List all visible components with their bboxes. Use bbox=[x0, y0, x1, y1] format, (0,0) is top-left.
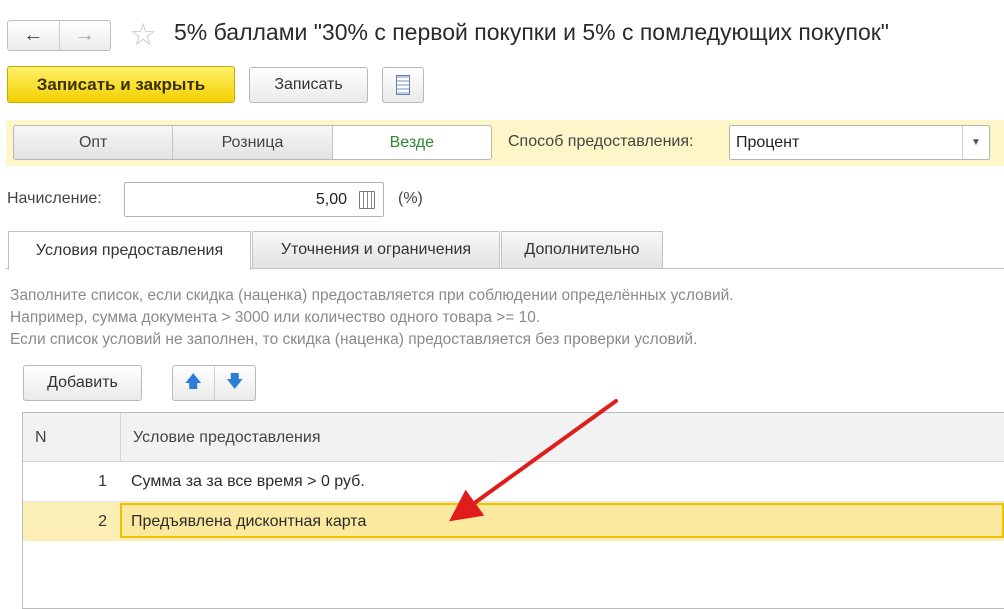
hint-line: Заполните список, если скидка (наценка) … bbox=[10, 287, 734, 304]
table-header: N Условие предоставления bbox=[23, 413, 1004, 462]
tab-additional[interactable]: Дополнительно bbox=[501, 231, 663, 268]
table-row-selected[interactable]: 2 Предъявлена дисконтная карта bbox=[23, 502, 1004, 541]
method-label: Способ предоставления: bbox=[508, 133, 694, 150]
scope-wholesale[interactable]: Опт bbox=[14, 126, 173, 159]
accrual-label: Начисление: bbox=[7, 190, 102, 207]
reorder-buttons: 🡅 🡇 bbox=[172, 365, 256, 401]
arrow-down-icon: 🡇 bbox=[226, 371, 244, 391]
column-header-condition[interactable]: Условие предоставления bbox=[133, 429, 320, 447]
scope-retail[interactable]: Розница bbox=[172, 126, 332, 159]
add-button[interactable]: Добавить bbox=[23, 365, 142, 401]
table-row[interactable]: 1 Сумма за за все время > 0 руб. bbox=[23, 462, 1004, 502]
arrow-right-icon: → bbox=[74, 24, 95, 46]
method-value: Процент bbox=[736, 134, 800, 151]
tab-conditions[interactable]: Условия предоставления bbox=[8, 231, 251, 270]
accrual-value: 5,00 bbox=[315, 191, 347, 208]
page-title: 5% баллами "30% с первой покупки и 5% с … bbox=[174, 19, 889, 45]
scope-switch: Опт Розница Везде bbox=[13, 125, 492, 160]
column-divider bbox=[120, 413, 121, 461]
scope-everywhere[interactable]: Везде bbox=[331, 126, 491, 159]
hint-line: Если список условий не заполнен, то скид… bbox=[10, 331, 698, 348]
forward-button[interactable]: → bbox=[58, 21, 111, 50]
method-select[interactable]: Процент ▼ bbox=[729, 125, 990, 160]
chevron-down-icon[interactable]: ▼ bbox=[962, 126, 989, 159]
row-condition: Сумма за за все время > 0 руб. bbox=[131, 473, 365, 490]
history-nav: ← → bbox=[7, 20, 111, 51]
row-number: 1 bbox=[98, 473, 107, 490]
back-button[interactable]: ← bbox=[8, 21, 59, 50]
row-number: 2 bbox=[98, 513, 107, 530]
save-and-close-button[interactable]: Записать и закрыть bbox=[7, 66, 235, 103]
tab-refinements[interactable]: Уточнения и ограничения bbox=[252, 231, 500, 268]
arrow-left-icon: ← bbox=[23, 24, 44, 46]
hint-line: Например, сумма документа > 3000 или кол… bbox=[10, 309, 541, 326]
arrow-up-icon: 🡅 bbox=[184, 371, 202, 391]
column-header-n[interactable]: N bbox=[35, 429, 47, 447]
accrual-unit: (%) bbox=[398, 190, 423, 207]
save-button[interactable]: Записать bbox=[249, 67, 368, 103]
move-up-button[interactable]: 🡅 bbox=[173, 366, 214, 400]
row-condition: Предъявлена дисконтная карта bbox=[131, 513, 367, 530]
calculator-icon[interactable] bbox=[359, 191, 375, 209]
favorite-star-icon[interactable]: ☆ bbox=[126, 18, 160, 52]
conditions-table: N Условие предоставления 1 Сумма за за в… bbox=[22, 412, 1004, 609]
accrual-input[interactable]: 5,00 bbox=[124, 182, 384, 217]
document-menu-button[interactable] bbox=[382, 67, 424, 103]
move-down-button[interactable]: 🡇 bbox=[213, 366, 256, 400]
document-list-icon bbox=[396, 75, 410, 95]
